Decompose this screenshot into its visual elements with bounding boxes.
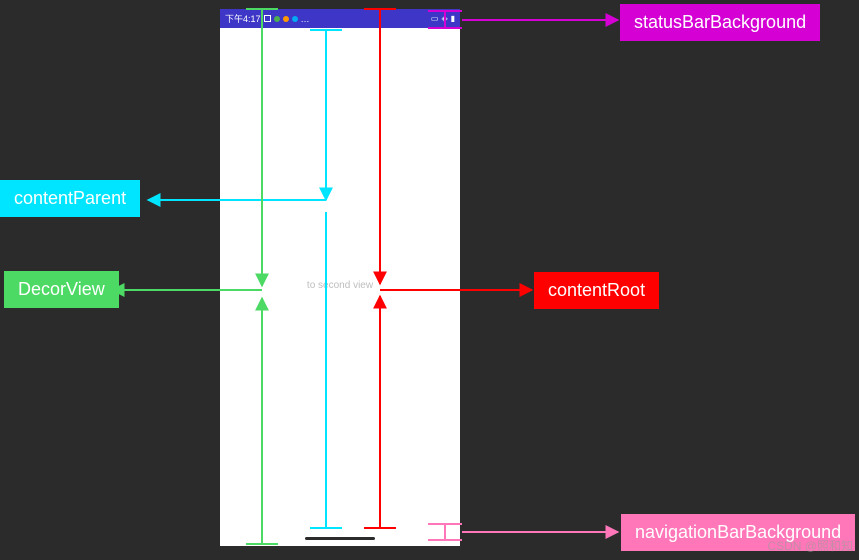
dot-blue-icon: [292, 16, 298, 22]
square-icon: [264, 15, 271, 22]
phone-mock: 下午4:17 … ▭ ◈ ▮ to second view: [220, 9, 460, 546]
watermark: CSDN @照和知: [767, 537, 853, 554]
status-right: ▭ ◈ ▮: [431, 14, 455, 23]
label-contentParent: contentParent: [0, 180, 140, 217]
nav-indicator: [305, 537, 375, 540]
ellipsis-icon: …: [301, 14, 310, 24]
dot-orange-icon: [283, 16, 289, 22]
battery-icon: ▮: [451, 14, 455, 23]
status-time: 下午4:17: [225, 12, 261, 25]
wifi-icon: ◈: [441, 14, 447, 23]
label-statusBarBackground: statusBarBackground: [620, 4, 820, 41]
label-decorView: DecorView: [4, 271, 119, 308]
screen-icon: ▭: [431, 14, 439, 23]
status-bar: 下午4:17 … ▭ ◈ ▮: [220, 9, 460, 28]
status-left: 下午4:17 …: [225, 12, 310, 25]
center-link[interactable]: to second view: [220, 280, 460, 291]
label-contentRoot: contentRoot: [534, 272, 659, 309]
dot-green-icon: [274, 16, 280, 22]
